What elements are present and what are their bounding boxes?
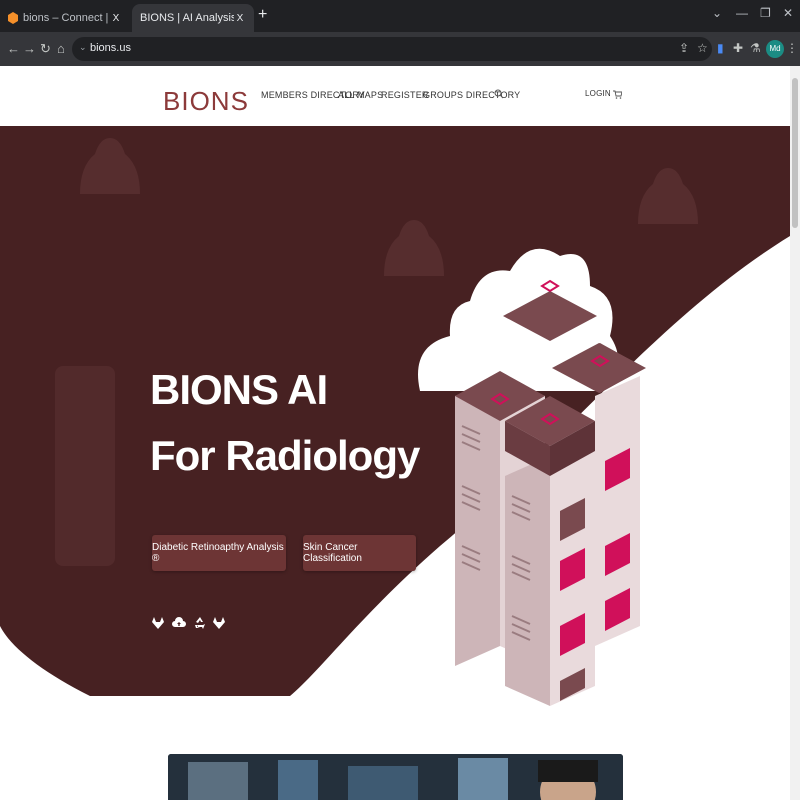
browser-tab-bar: bions – Connect | Lightsail X BIONS | AI… (0, 0, 800, 32)
site-header: BIONS MEMBERS DIRECTORY ALL MAPS REGISTE… (0, 66, 790, 126)
upload-cloud-icon[interactable] (172, 616, 186, 630)
restore-icon[interactable]: ❐ (760, 6, 771, 20)
menu-groups-directory[interactable]: GROUPS DIRECTORY (423, 90, 520, 100)
profile-avatar[interactable]: Md (766, 40, 784, 58)
extensions-puzzle-icon[interactable]: ✚ (733, 41, 743, 55)
close-tab-icon[interactable]: X (234, 13, 246, 24)
login-link[interactable]: LOGIN (585, 89, 611, 98)
tab-search-icon[interactable]: ⌄ (712, 6, 722, 20)
address-bar[interactable]: ⌄ bions.us (72, 37, 712, 61)
cart-icon[interactable] (613, 90, 622, 99)
hero-section: BIONS AI For Radiology Diabetic Retinoap… (0, 126, 790, 706)
lightsail-favicon-icon (8, 12, 18, 24)
lab-flask-icon[interactable]: ⚗ (750, 41, 761, 55)
browser-toolbar: ← → ↻ ⌂ ⌄ bions.us ⇪ ☆ ▮ ✚ ⚗ Md ⋮ (0, 32, 800, 66)
tab-title: BIONS | AI Analysis Tools for Rad (140, 12, 234, 24)
site-logo[interactable]: BIONS (163, 86, 249, 117)
menu-kebab-icon[interactable]: ⋮ (786, 41, 798, 55)
menu-all-maps[interactable]: ALL MAPS (338, 90, 383, 100)
close-window-icon[interactable]: ✕ (783, 6, 793, 20)
menu-register[interactable]: REGISTER (381, 90, 429, 100)
forward-icon[interactable]: → (23, 41, 36, 56)
recycle-icon[interactable] (193, 616, 207, 630)
share-icon[interactable]: ⇪ (679, 41, 689, 55)
scrollbar-thumb[interactable] (792, 78, 798, 228)
tab-bions[interactable]: BIONS | AI Analysis Tools for Rad X (132, 4, 254, 32)
hero-title-line1: BIONS AI (150, 366, 328, 413)
site-info-icon[interactable]: ⌄ (79, 42, 87, 53)
tab-title: bions – Connect | Lightsail (23, 12, 110, 24)
new-tab-button[interactable]: + (258, 6, 267, 24)
reload-icon[interactable]: ↻ (40, 41, 51, 57)
featured-image-art (168, 754, 623, 800)
tab-lightsail[interactable]: bions – Connect | Lightsail X (0, 4, 130, 32)
skin-cancer-button[interactable]: Skin Cancer Classification (303, 535, 416, 571)
translate-extension-icon[interactable]: ▮ (717, 41, 724, 55)
server-illustration (418, 248, 704, 706)
page-scrollbar[interactable] (790, 66, 800, 800)
featured-image (168, 754, 623, 800)
url-text[interactable]: bions.us (90, 42, 131, 54)
page-viewport: BIONS MEMBERS DIRECTORY ALL MAPS REGISTE… (0, 66, 790, 800)
gitlab-icon[interactable] (212, 616, 226, 630)
minimize-icon[interactable]: — (736, 6, 748, 20)
back-icon[interactable]: ← (7, 41, 20, 56)
search-icon[interactable] (494, 89, 504, 99)
home-icon[interactable]: ⌂ (57, 41, 65, 56)
gitlab-icon[interactable] (151, 616, 165, 630)
hero-title-line2: For Radiology (150, 432, 420, 479)
close-tab-icon[interactable]: X (110, 13, 122, 24)
bookmark-star-icon[interactable]: ☆ (697, 41, 708, 55)
diabetic-retinopathy-button[interactable]: Diabetic Retinoapthy Analysis ® (152, 535, 286, 571)
